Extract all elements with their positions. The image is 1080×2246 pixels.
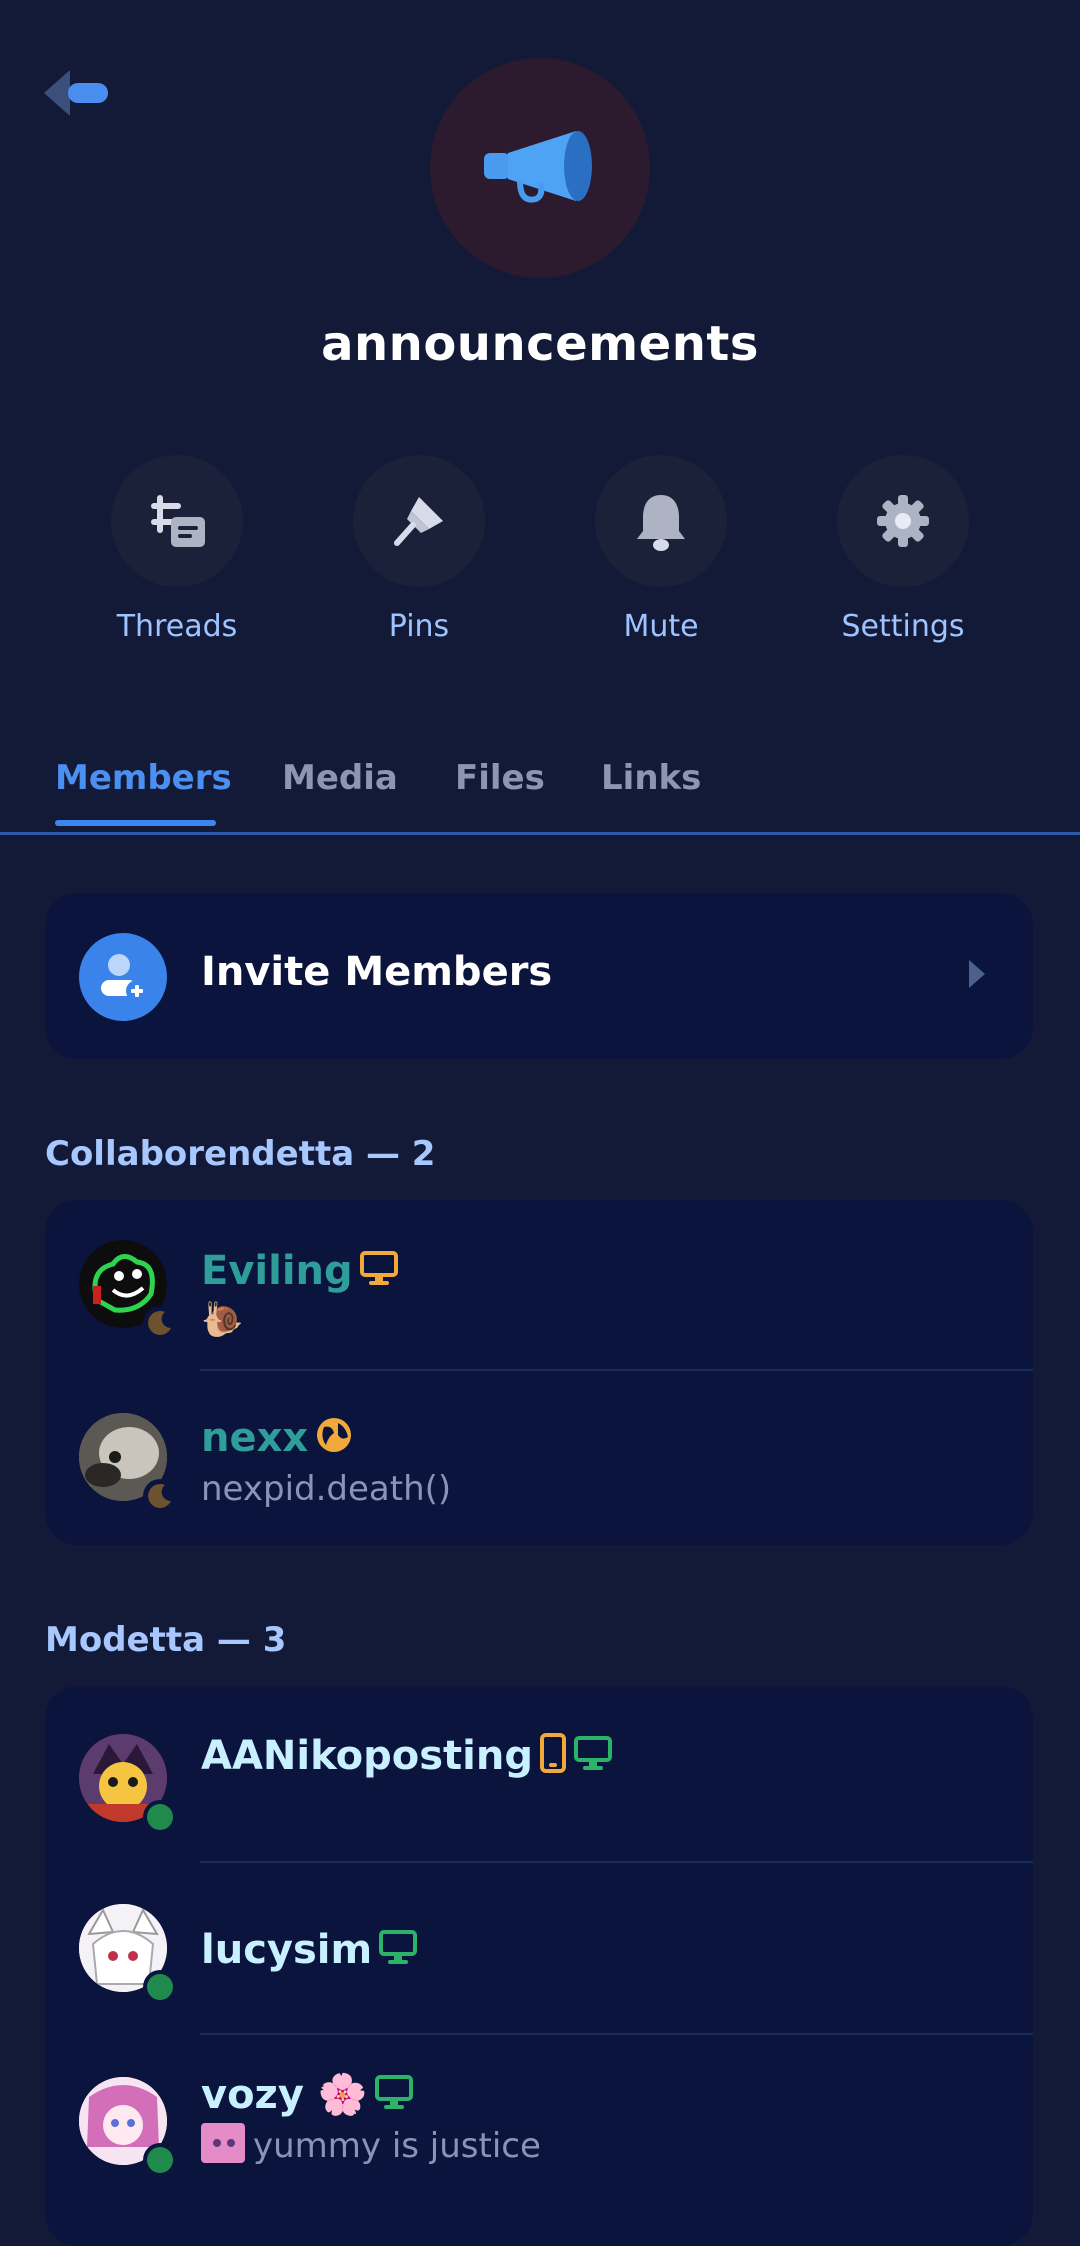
member-row-eviling[interactable]: Eviling 🐌 xyxy=(45,1200,1033,1371)
member-name: lucysim xyxy=(201,1927,373,1973)
back-arrow-icon xyxy=(44,70,108,116)
status-emoji-icon xyxy=(201,2123,245,2172)
mute-label: Mute xyxy=(623,609,699,644)
tab-links[interactable]: Links xyxy=(601,758,701,798)
megaphone-icon xyxy=(484,131,592,203)
member-status-text: 🐌 xyxy=(201,1300,244,1340)
tab-media[interactable]: Media xyxy=(282,758,398,798)
desktop-icon xyxy=(378,1927,418,1977)
add-user-icon xyxy=(101,954,148,1002)
threads-button[interactable]: Threads xyxy=(77,455,277,644)
pins-label: Pins xyxy=(388,609,450,644)
member-row-lucysim[interactable]: lucysim xyxy=(45,1863,1033,2035)
online-status-icon xyxy=(143,2143,177,2177)
idle-status-icon xyxy=(143,1306,177,1340)
invite-icon xyxy=(79,933,167,1021)
online-status-icon xyxy=(143,1800,177,1834)
mobile-icon xyxy=(539,1732,567,1784)
member-row-vozy[interactable]: vozy 🌸 yummy is justice xyxy=(45,2035,1033,2235)
gear-icon xyxy=(877,495,929,547)
invite-label: Invite Members xyxy=(201,949,553,995)
settings-button[interactable]: Settings xyxy=(803,455,1003,644)
tab-members[interactable]: Members xyxy=(55,758,232,798)
member-name: AANikoposting xyxy=(201,1733,533,1779)
member-list-card: AANikoposting lucysim vozy 🌸 yummy is ju… xyxy=(45,1686,1033,2246)
channel-title: announcements xyxy=(321,316,759,372)
desktop-icon xyxy=(359,1248,399,1298)
mute-button[interactable]: Mute xyxy=(561,455,761,644)
section-header: Modetta — 3 xyxy=(45,1620,287,1660)
idle-status-icon xyxy=(143,1479,177,1513)
member-name: nexx xyxy=(201,1415,309,1461)
online-status-icon xyxy=(143,1970,177,2004)
member-row-nexx[interactable]: nexx nexpid.death() xyxy=(45,1371,1033,1545)
member-name: vozy 🌸 xyxy=(201,2072,368,2118)
member-row-aanikoposting[interactable]: AANikoposting xyxy=(45,1686,1033,1863)
pin-icon xyxy=(394,497,443,546)
threads-label: Threads xyxy=(116,609,238,644)
member-list-card: Eviling 🐌 nexx nexpid.death() xyxy=(45,1200,1033,1545)
desktop-icon xyxy=(374,2072,414,2122)
active-tab-indicator xyxy=(55,820,216,826)
settings-label: Settings xyxy=(841,609,965,644)
bell-icon xyxy=(637,495,685,551)
invite-members-button[interactable]: Invite Members xyxy=(45,893,1033,1059)
tab-files[interactable]: Files xyxy=(455,758,545,798)
chevron-right-icon xyxy=(965,957,987,995)
channel-icon-circle xyxy=(430,58,650,278)
desktop-icon xyxy=(573,1733,613,1783)
member-name: Eviling xyxy=(201,1248,353,1294)
member-status-text: yummy is justice xyxy=(253,2126,541,2166)
member-status-text: nexpid.death() xyxy=(201,1469,452,1509)
pins-button[interactable]: Pins xyxy=(319,455,519,644)
threads-icon xyxy=(151,495,205,547)
globe-icon xyxy=(314,1415,354,1465)
tab-bar: Members Media Files Links xyxy=(0,752,1080,835)
section-header: Collaborendetta — 2 xyxy=(45,1134,436,1174)
back-button[interactable] xyxy=(40,64,116,122)
